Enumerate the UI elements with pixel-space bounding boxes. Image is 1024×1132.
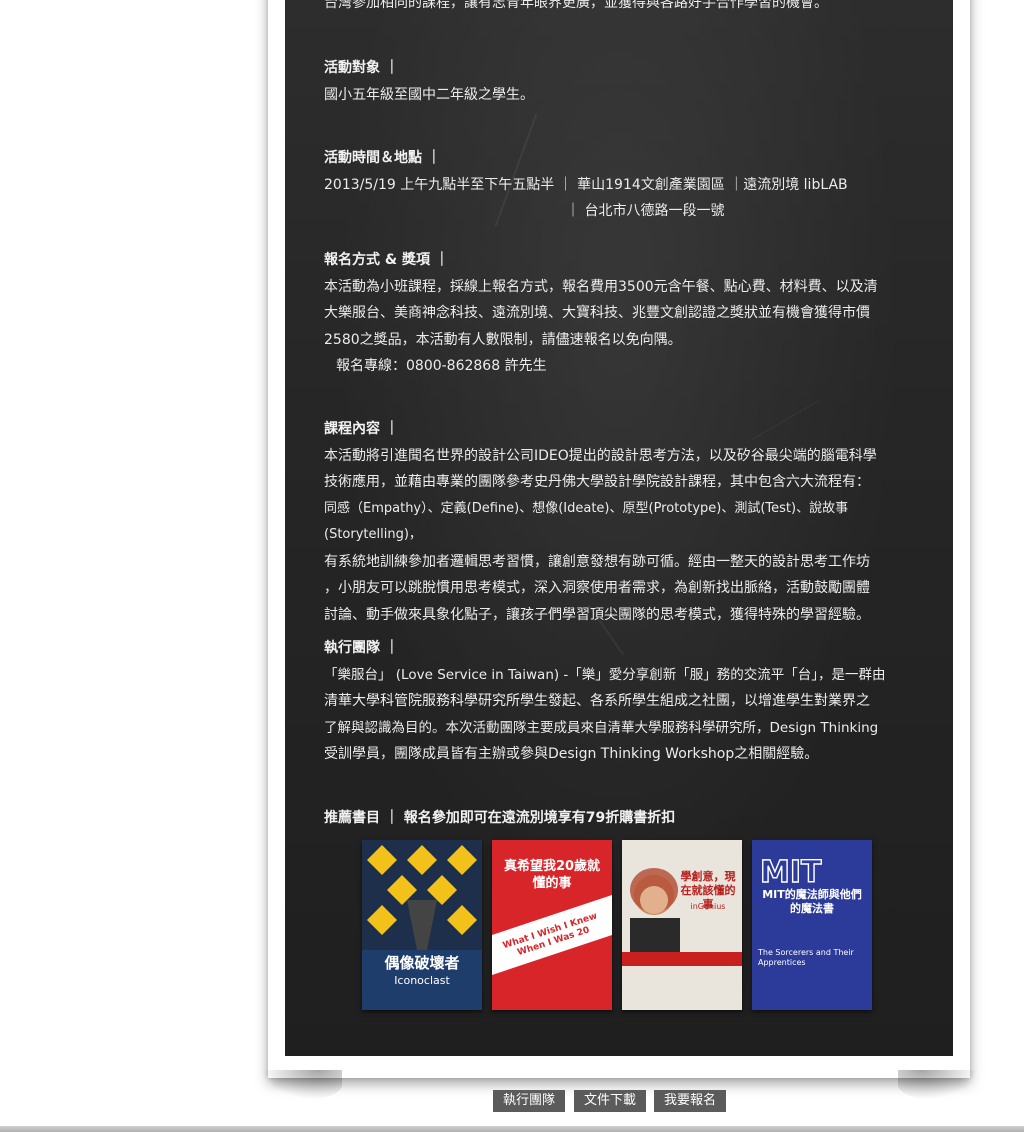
mit-letters-icon: MIT bbox=[752, 840, 872, 1010]
footer-divider bbox=[0, 1126, 1024, 1132]
signup-heading: 報名方式 & 獎項 ｜ bbox=[324, 252, 449, 268]
books-section: 推薦書目 ｜ 報名參加即可在遠流別境享有79折購書折扣 bbox=[324, 805, 924, 832]
time-place-line2: ｜ 台北市八德路一段一號 bbox=[566, 203, 725, 219]
book-subtitle: Iconoclast bbox=[394, 974, 450, 987]
chalkboard-poster: 台灣參加相同的課程，讓有志青年眼界更廣，並獲得與各路好手合作學習的機會。 活動對… bbox=[285, 0, 953, 1056]
book-subtitle: inGenius bbox=[690, 902, 726, 911]
team-button[interactable]: 執行團隊 bbox=[493, 1090, 565, 1112]
book-title: MIT的魔法師與他們的魔法書 bbox=[762, 888, 862, 915]
course-line: 討論、動手做來具象化點子，讓孩子們學習頂尖團隊的思考模式，獲得特殊的學習經驗。 bbox=[324, 606, 870, 623]
author-portrait-icon bbox=[622, 840, 742, 1010]
team-heading: 執行團隊 ｜ bbox=[324, 640, 399, 656]
team-section: 執行團隊 ｜ 「樂服台」 (Love Service in Taiwan) -「… bbox=[324, 635, 924, 768]
team-line: 了解與認識為目的。本次活動團隊主要成員來自清華大學服務科學研究所，Design … bbox=[324, 719, 879, 736]
signup-line: 大樂服台、美商神念科技、遠流別境、大寶科技、兆豐文創認證之獎狀並有機會獲得市價 bbox=[324, 305, 870, 321]
course-line: 同感（Empathy）、定義(Define)、想像(Ideate)、原型(Pro… bbox=[324, 500, 849, 543]
register-button[interactable]: 我要報名 bbox=[654, 1090, 726, 1112]
signup-line: 本活動為小班課程，採線上報名方式，報名費用3500元含午餐、點心費、材料費、以及… bbox=[324, 278, 878, 295]
time-place-heading: 活動時間＆地點 ｜ bbox=[324, 150, 441, 166]
team-line: 「樂服台」 (Love Service in Taiwan) -「樂」愛分享創新… bbox=[324, 666, 886, 683]
book-cover-mit[interactable]: MIT MIT的魔法師與他們的魔法書 The Sorcerers and The… bbox=[752, 840, 872, 1010]
svg-text:MIT: MIT bbox=[760, 855, 822, 890]
course-section: 課程內容 ｜ 本活動將引進聞名世界的設計公司IDEO提出的設計思考方法，以及矽谷… bbox=[324, 416, 924, 628]
team-line: 受訓學員，團隊成員皆有主辦或參與Design Thinking Workshop… bbox=[324, 746, 819, 762]
book-subtitle: The Sorcerers and Their Apprentices bbox=[758, 948, 854, 967]
course-line: 有系統地訓練參加者邏輯思考習慣，讓創意發想有跡可循。經由一整天的設計思考工作坊 bbox=[324, 553, 870, 570]
book-cover-what-i-wish[interactable]: 真希望我20歲就懂的事 What I Wish I Knew When I Wa… bbox=[492, 840, 612, 1010]
books-heading: 推薦書目 ｜ 報名參加即可在遠流別境享有79折購書折扣 bbox=[324, 810, 676, 826]
signup-hotline: 報名專線：0800-862868 許先生 bbox=[336, 358, 547, 374]
page-curl-shadow-right bbox=[898, 1070, 978, 1100]
book-title: 真希望我20歲就懂的事 bbox=[503, 859, 601, 891]
book-title: 偶像破壞者 bbox=[384, 954, 460, 972]
signup-section: 報名方式 & 獎項 ｜ 本活動為小班課程，採線上報名方式，報名費用3500元含午… bbox=[324, 247, 924, 380]
audience-text: 國小五年級至國中二年級之學生。 bbox=[324, 86, 534, 103]
book-cover-ingenius[interactable]: 學創意，現在就該懂的事 inGenius bbox=[622, 840, 742, 1010]
course-line: ，小朋友可以跳脫慣用思考模式，深入洞察使用者需求，為創新找出脈絡，活動鼓勵團體 bbox=[324, 580, 870, 596]
team-line: 清華大學科管院服務科學研究所學生發起、各系所學生組成之社團，以增進學生對業界之 bbox=[324, 693, 870, 709]
time-place-line1: 2013/5/19 上午九點半至下午五點半 ｜ 華山1914文創產業園區 ｜遠流… bbox=[324, 176, 848, 193]
book-covers: 偶像破壞者 Iconoclast 真希望我20歲就懂的事 What I Wish… bbox=[362, 840, 882, 1012]
intro-paragraph-tail: 台灣參加相同的課程，讓有志青年眼界更廣，並獲得與各路好手合作學習的機會。 bbox=[324, 0, 828, 11]
audience-heading: 活動對象 ｜ bbox=[324, 60, 399, 76]
page-curl-shadow-left bbox=[262, 1070, 342, 1100]
time-place-section: 活動時間＆地點 ｜ 2013/5/19 上午九點半至下午五點半 ｜ 華山1914… bbox=[324, 145, 924, 225]
course-line: 本活動將引進聞名世界的設計公司IDEO提出的設計思考方法，以及矽谷最尖端的腦電科… bbox=[324, 447, 877, 464]
download-button[interactable]: 文件下載 bbox=[574, 1090, 646, 1112]
signup-line: 2580之獎品，本活動有人數限制，請儘速報名以免向隅。 bbox=[324, 331, 682, 348]
course-heading: 課程內容 ｜ bbox=[324, 421, 399, 437]
book-cover-iconoclast[interactable]: 偶像破壞者 Iconoclast bbox=[362, 840, 482, 1010]
course-line: 技術應用，並藉由專業的團隊參考史丹佛大學設計學院設計課程，其中包含六大流程有： bbox=[324, 474, 870, 490]
audience-section: 活動對象 ｜ 國小五年級至國中二年級之學生。 bbox=[324, 55, 924, 108]
